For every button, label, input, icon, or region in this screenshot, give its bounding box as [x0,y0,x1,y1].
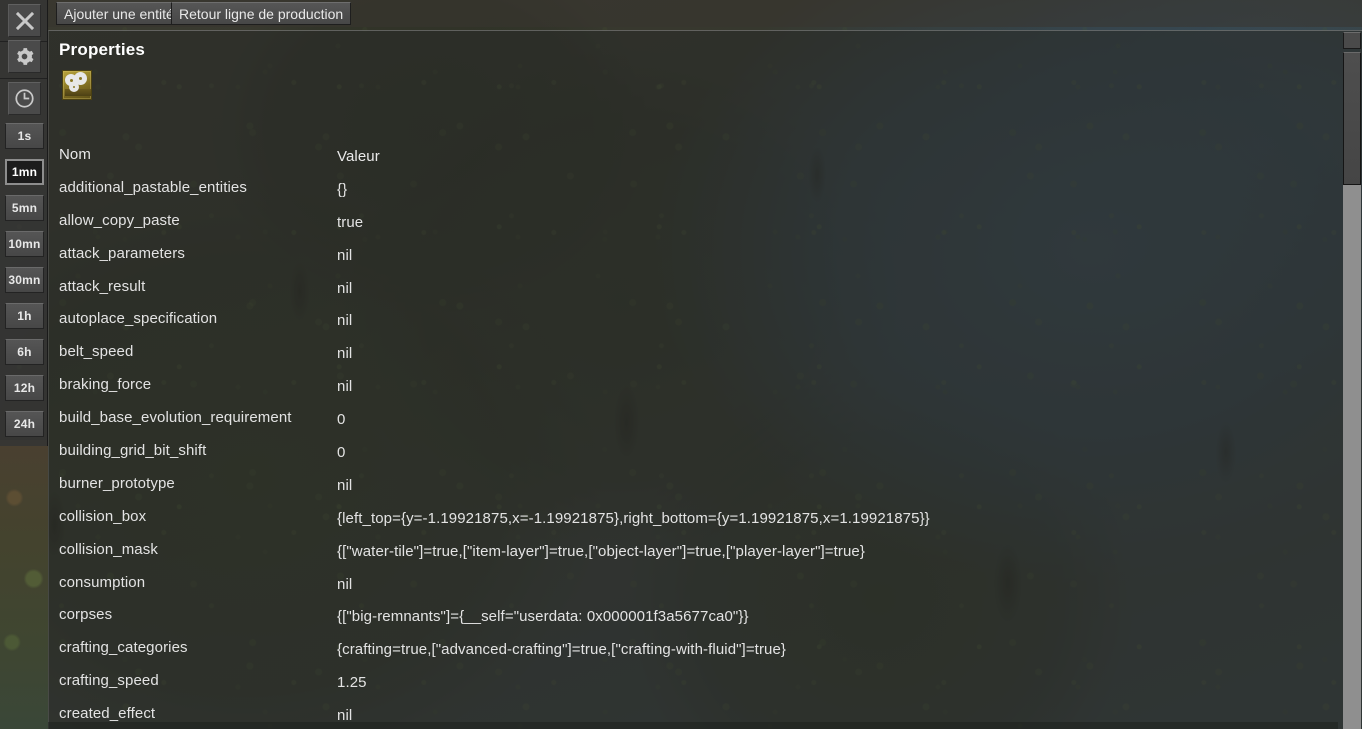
time-range-button-1mn[interactable]: 1mn [5,159,44,185]
property-value: nil [337,345,353,363]
add-entity-button[interactable]: Ajouter une entité [56,2,182,25]
back-to-production-line-button[interactable]: Retour ligne de production [171,2,352,25]
scroll-up-button[interactable] [1343,32,1361,49]
table-header-row: Nom Valeur [49,139,1339,172]
gear-icon [15,47,34,66]
icon-base [65,89,91,96]
property-value: nil [337,476,353,494]
property-value: {["water-tile"]=true,["item-layer"]=true… [337,542,865,560]
property-value: nil [337,312,353,330]
property-name: crafting_categories [59,639,188,657]
property-name: allow_copy_paste [59,211,180,229]
table-row[interactable]: belt_speed nil [49,336,1339,369]
left-sidebar: 1s 1mn 5mn 10mn 30mn 1h 6h 12h 24h [0,0,48,446]
history-button[interactable] [8,82,41,115]
gear-hole [79,77,82,80]
property-name: consumption [59,573,146,591]
property-value: true [337,213,364,231]
property-name: crafting_speed [59,672,159,690]
property-value: 0 [337,411,346,429]
properties-scrollbar[interactable] [1340,30,1362,729]
table-row[interactable]: burner_prototype nil [49,468,1339,501]
properties-panel: Properties Nom Valeur additional_pastabl… [48,30,1362,729]
property-name: building_grid_bit_shift [59,442,207,460]
gear-hole [69,78,73,82]
table-row[interactable]: attack_result nil [49,271,1339,304]
table-row[interactable]: corpses {["big-remnants"]={__self="userda… [49,599,1339,632]
table-row[interactable]: building_grid_bit_shift 0 [49,435,1339,468]
gear-hole [73,86,75,88]
table-row[interactable]: allow_copy_paste true [49,205,1339,238]
table-row[interactable]: attack_parameters nil [49,238,1339,271]
table-row[interactable]: braking_force nil [49,369,1339,402]
property-name: build_base_evolution_requirement [59,409,292,427]
property-value: nil [337,246,353,264]
property-name: autoplace_specification [59,310,218,328]
property-name: belt_speed [59,343,134,361]
column-header-value: Valeur [337,148,380,165]
top-toolbar: Ajouter une entité Retour ligne de produ… [0,0,1362,28]
time-range-button-24h[interactable]: 24h [5,411,44,437]
property-value: {} [337,180,348,198]
scrollbar-thumb[interactable] [1343,52,1361,185]
property-name: braking_force [59,376,152,394]
property-value: 1.25 [337,674,367,692]
table-row[interactable]: consumption nil [49,567,1339,600]
table-row[interactable]: collision_mask {["water-tile"]=true,["ite… [49,534,1339,567]
property-value: nil [337,575,353,593]
table-row[interactable]: crafting_speed 1.25 [49,665,1339,698]
clock-icon [14,88,35,109]
property-value: 0 [337,444,346,462]
page-title: Properties [59,40,146,59]
time-range-button-5mn[interactable]: 5mn [5,195,44,221]
time-range-button-10mn[interactable]: 10mn [5,231,44,257]
table-row[interactable]: autoplace_specification nil [49,303,1339,336]
table-row[interactable]: additional_pastable_entities {} [49,172,1339,205]
property-value: {["big-remnants"]={__self="userdata: 0x0… [337,608,749,626]
property-value: nil [337,378,353,396]
sidebar-divider [0,78,48,79]
column-header-name: Nom [59,146,91,163]
property-value: {left_top={y=-1.19921875,x=-1.19921875},… [337,509,930,527]
property-name: corpses [59,606,113,624]
property-name: burner_prototype [59,474,175,492]
assembling-machine-icon [62,70,92,100]
property-name: additional_pastable_entities [59,178,247,196]
time-range-button-1s[interactable]: 1s [5,123,44,149]
time-range-button-30mn[interactable]: 30mn [5,267,44,293]
time-range-button-6h[interactable]: 6h [5,339,44,365]
properties-table: Nom Valeur additional_pastable_entities {… [49,139,1339,729]
property-value: nil [337,707,353,725]
table-row[interactable]: collision_box {left_top={y=-1.19921875,x=… [49,501,1339,534]
table-row[interactable]: created_effect nil [49,698,1339,729]
property-value: {crafting=true,["advanced-crafting"]=tru… [337,641,787,659]
table-row[interactable]: crafting_categories {crafting=true,["adva… [49,632,1339,665]
scrollbar-track[interactable] [1343,52,1361,729]
time-range-button-12h[interactable]: 12h [5,375,44,401]
property-name: attack_parameters [59,244,185,262]
property-name: attack_result [59,277,146,295]
property-name: created_effect [59,705,156,723]
table-row[interactable]: build_base_evolution_requirement 0 [49,402,1339,435]
time-range-button-1h[interactable]: 1h [5,303,44,329]
property-name: collision_box [59,507,147,525]
property-value: nil [337,279,353,297]
property-name: collision_mask [59,540,158,558]
settings-button[interactable] [8,40,41,73]
